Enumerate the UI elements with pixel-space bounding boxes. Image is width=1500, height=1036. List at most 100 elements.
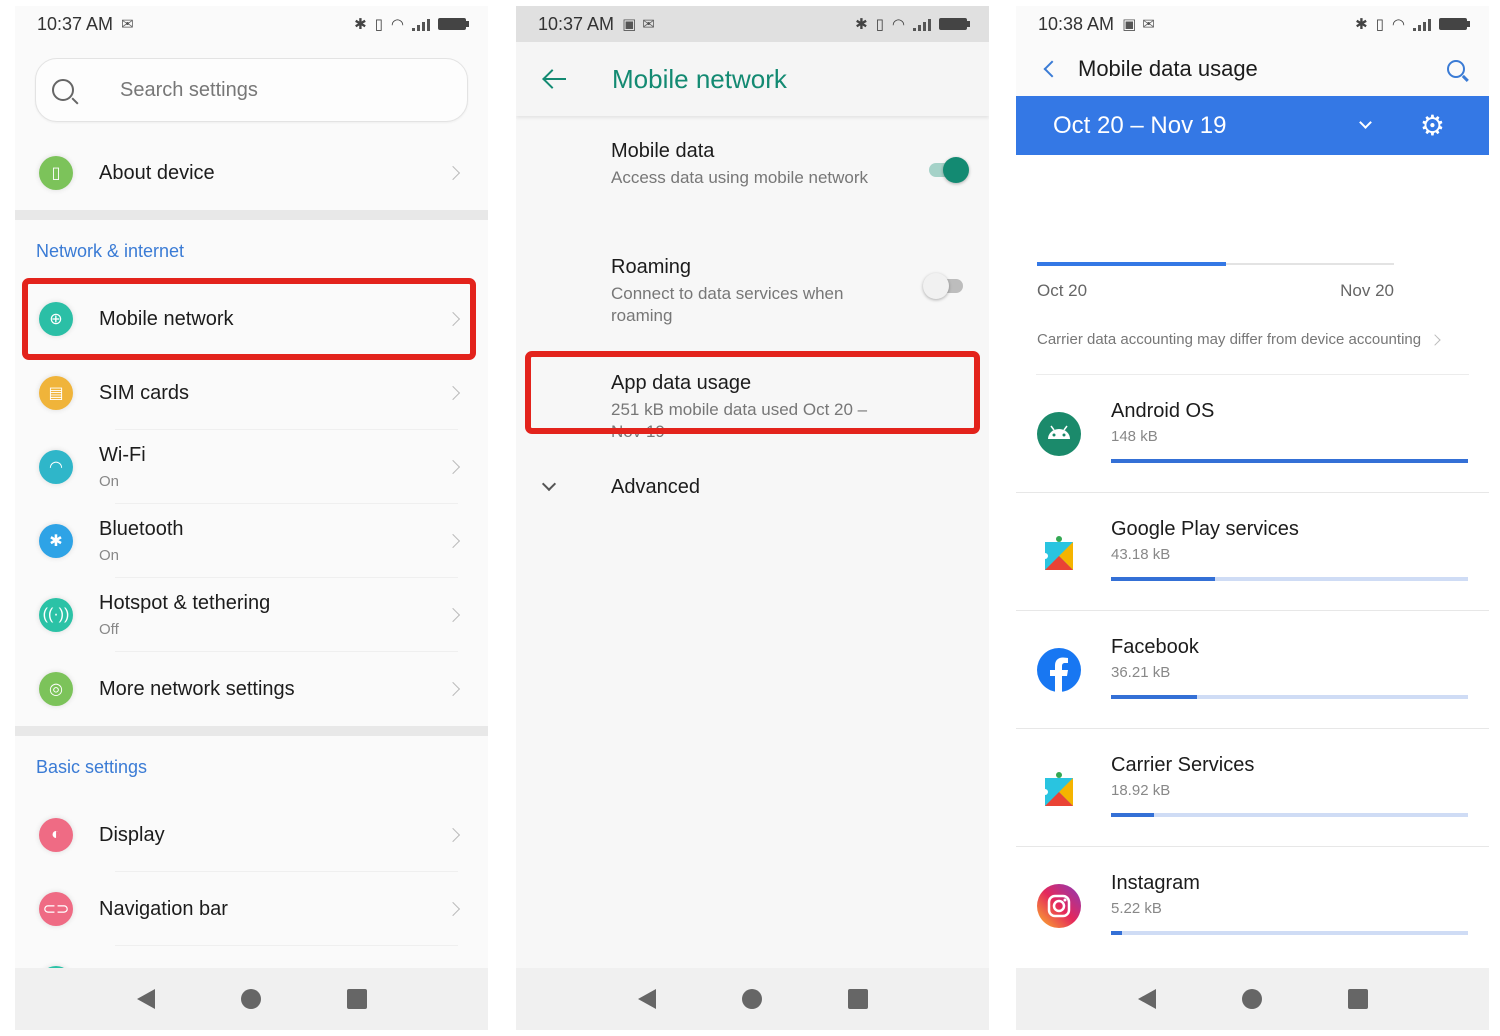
item-label: Display xyxy=(99,823,165,846)
timeline-start-label: Oct 20 xyxy=(1037,281,1088,300)
facebook-icon xyxy=(1037,648,1081,692)
settings-item-display[interactable]: ◐ Display xyxy=(15,798,488,872)
app-usage-list: Android OS 148 kB Google Play services 4… xyxy=(1016,375,1489,965)
app-data-size: 18.92 kB xyxy=(1111,782,1171,799)
settings-item-about-device[interactable]: ▯ About device xyxy=(15,136,488,210)
status-bar: 10:37 AM ▣ ✉ ✱ ▯ ◠ xyxy=(516,6,989,42)
item-label: More network settings xyxy=(99,677,295,700)
pref-summary: Access data using mobile network xyxy=(611,168,869,187)
search-placeholder: Search settings xyxy=(120,78,258,101)
billing-cycle-selector[interactable]: Oct 20 – Nov 19 ⚙ xyxy=(1016,96,1489,155)
roaming-toggle[interactable] xyxy=(923,273,963,299)
section-separator xyxy=(15,726,488,736)
wifi-icon: ◠ xyxy=(39,450,73,484)
item-status: On xyxy=(99,547,120,564)
android-icon xyxy=(1037,412,1081,456)
item-status: Off xyxy=(99,621,119,638)
wifi-status-icon: ◠ xyxy=(891,16,905,33)
chevron-down-icon[interactable] xyxy=(1359,116,1372,129)
nav-home-button[interactable] xyxy=(1241,989,1262,1009)
chevron-right-icon xyxy=(445,901,461,917)
hotspot-icon: ((·)) xyxy=(39,598,73,632)
section-header: Network & internet xyxy=(36,240,185,261)
chevron-right-icon xyxy=(445,165,461,181)
settings-item-wifi[interactable]: ◠ Wi-Fi On xyxy=(15,430,488,504)
pref-summary: Connect to data services when roaming xyxy=(611,284,844,325)
settings-item-more-network[interactable]: ◎ More network settings xyxy=(15,652,488,726)
back-arrow-icon[interactable] xyxy=(542,67,566,91)
advanced-label: Advanced xyxy=(611,475,700,498)
nav-back-button[interactable] xyxy=(136,989,155,1009)
search-input[interactable]: Search settings xyxy=(35,58,468,122)
sim-card-icon: ▤ xyxy=(39,376,73,410)
app-name: Facebook xyxy=(1111,636,1199,658)
nav-back-button[interactable] xyxy=(1137,989,1156,1009)
carrier-note-link[interactable]: Carrier data accounting may differ from … xyxy=(1037,331,1489,348)
image-icon: ▣ xyxy=(622,16,637,33)
nav-recents-button[interactable] xyxy=(1347,989,1368,1009)
highlight-mobile-network xyxy=(22,278,476,360)
app-name: Android OS xyxy=(1111,400,1215,422)
nav-back-button[interactable] xyxy=(637,989,656,1009)
about-device-icon: ▯ xyxy=(39,156,73,190)
usage-bar xyxy=(1111,459,1468,463)
chevron-right-icon xyxy=(445,681,461,697)
system-nav-bar xyxy=(1016,968,1489,1030)
system-nav-bar xyxy=(15,968,488,1030)
nav-home-button[interactable] xyxy=(240,989,261,1009)
gmail-icon: ✉ xyxy=(642,16,655,33)
app-data-size: 43.18 kB xyxy=(1111,546,1171,563)
app-bar: Mobile network xyxy=(516,42,989,116)
item-label: Wi-Fi xyxy=(99,444,146,466)
app-data-size: 5.22 kB xyxy=(1111,900,1162,917)
usage-bar-fill xyxy=(1111,695,1197,699)
back-chevron-icon[interactable] xyxy=(1043,60,1061,78)
wifi-status-icon: ◠ xyxy=(390,16,404,33)
settings-item-bluetooth[interactable]: ✱ Bluetooth On xyxy=(15,504,488,578)
navigation-bar-icon: ⊂⊃ xyxy=(39,892,73,926)
app-row-google-play-services[interactable]: Google Play services 43.18 kB xyxy=(1016,493,1489,611)
status-time: 10:37 AM xyxy=(538,13,615,34)
pref-roaming[interactable]: Roaming Connect to data services when ro… xyxy=(516,256,989,366)
nav-recents-button[interactable] xyxy=(847,989,868,1009)
item-status: On xyxy=(99,473,120,490)
app-row-instagram[interactable]: Instagram 5.22 kB xyxy=(1016,847,1489,965)
advanced-expander[interactable]: Advanced xyxy=(516,462,989,512)
gear-icon[interactable]: ⚙ xyxy=(1420,111,1445,140)
search-icon xyxy=(52,79,74,101)
nav-home-button[interactable] xyxy=(741,989,762,1009)
item-label: Hotspot & tethering xyxy=(99,592,271,614)
status-time: 10:37 AM xyxy=(37,13,114,34)
chevron-right-icon xyxy=(445,385,461,401)
vibrate-icon: ▯ xyxy=(374,16,383,33)
usage-timeline xyxy=(1037,262,1394,266)
timeline-end-label: Nov 20 xyxy=(1340,281,1394,300)
settings-item-navigation-bar[interactable]: ⊂⊃ Navigation bar xyxy=(15,872,488,946)
item-label: Navigation bar xyxy=(99,897,228,920)
usage-bar xyxy=(1111,695,1468,699)
chevron-right-icon xyxy=(445,607,461,623)
settings-item-hotspot[interactable]: ((·)) Hotspot & tethering Off xyxy=(15,578,488,652)
carrier-note-text: Carrier data accounting may differ from … xyxy=(1037,331,1422,348)
bluetooth-status-icon: ✱ xyxy=(855,16,868,33)
pref-mobile-data[interactable]: Mobile data Access data using mobile net… xyxy=(516,140,989,248)
search-icon[interactable] xyxy=(1447,60,1465,78)
app-name: Carrier Services xyxy=(1111,754,1255,776)
mobile-data-usage-screen: 10:38 AM ▣ ✉ ✱ ▯ ◠ Mobile data usage Oct … xyxy=(1016,6,1489,1030)
nav-recents-button[interactable] xyxy=(346,989,367,1009)
usage-bar xyxy=(1111,931,1468,935)
vibrate-icon: ▯ xyxy=(1375,16,1384,33)
app-row-android-os[interactable]: Android OS 148 kB xyxy=(1016,375,1489,493)
status-bar: 10:37 AM ✉ ✱ ▯ ◠ xyxy=(15,6,488,42)
app-name: Instagram xyxy=(1111,872,1200,894)
app-row-carrier-services[interactable]: Carrier Services 18.92 kB xyxy=(1016,729,1489,847)
signal-icon xyxy=(1413,17,1431,31)
battery-icon xyxy=(939,18,970,30)
cycle-label: Oct 20 – Nov 19 xyxy=(1053,111,1227,139)
settings-item-sim-cards[interactable]: ▤ SIM cards xyxy=(15,356,488,430)
mobile-data-toggle[interactable] xyxy=(929,157,969,183)
chevron-right-icon xyxy=(1429,333,1441,346)
app-row-facebook[interactable]: Facebook 36.21 kB xyxy=(1016,611,1489,729)
app-data-size: 36.21 kB xyxy=(1111,664,1171,681)
battery-icon xyxy=(438,18,469,30)
